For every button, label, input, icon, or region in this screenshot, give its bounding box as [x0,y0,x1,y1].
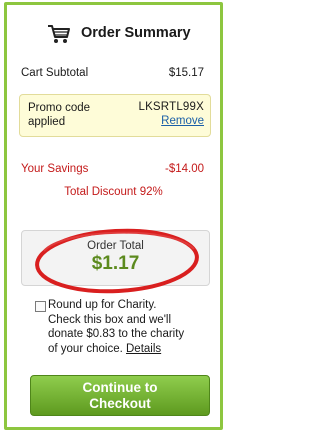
continue-to-checkout-button[interactable]: Continue to Checkout [30,375,210,416]
promo-label: Promo code applied [28,102,91,128]
order-total-box: Order Total $1.17 [21,230,210,286]
charity-line-1: Round up for Charity. [48,299,157,311]
savings-value: -$14.00 [164,163,204,175]
promo-code-box: Promo code applied LKSRTL99X Remove [19,94,211,137]
savings-label: Your Savings [21,163,89,175]
subtotal-value: $15.17 [168,67,204,79]
charity-checkbox[interactable] [35,301,46,312]
total-discount: Total Discount 92% [64,186,163,198]
subtotal-label: Cart Subtotal [21,67,89,79]
order-summary-panel: Order Summary Cart Subtotal $15.17 Promo… [4,2,223,430]
remove-promo-link[interactable]: Remove [161,115,204,127]
checkout-label-line-2: Checkout [89,395,151,411]
charity-line-3: donate $0.83 to the charity [48,328,185,340]
charity-line-4-text: of your choice. [48,342,123,355]
charity-details-link[interactable]: Details [126,343,161,355]
promo-code: LKSRTL99X [138,101,204,113]
charity-line-4: of your choice. Details [48,342,213,357]
charity-roundup: Round up for Charity. Check this box and… [19,298,219,362]
charity-line-2: Check this box and we'll [48,313,172,326]
charity-text: Round up for Charity. Check this box and… [48,298,213,356]
checkout-label-line-1: Continue to [82,380,158,395]
checkout-button-label: Continue to Checkout [31,380,209,411]
order-summary-header: Order Summary [7,19,220,49]
page-title: Order Summary [81,25,191,41]
order-total-label: Order Total [87,240,144,252]
shopping-cart-icon [48,25,70,43]
order-total-value: $1.17 [91,253,140,274]
